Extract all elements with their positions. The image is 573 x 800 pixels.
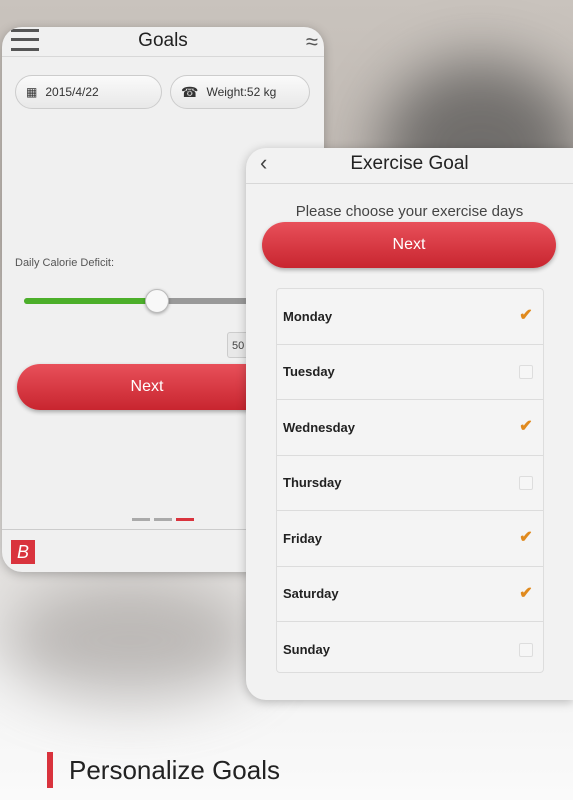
checkbox[interactable] <box>519 364 533 379</box>
weight-button[interactable]: ☎ Weight:52 kg <box>170 75 310 109</box>
date-value: 2015/4/22 <box>45 85 99 99</box>
checkmark-icon[interactable]: ✔ <box>519 585 533 601</box>
day-label: Saturday <box>283 586 339 602</box>
day-row-tuesday[interactable]: Tuesday <box>277 345 543 400</box>
caption: Personalize Goals <box>69 755 280 785</box>
checkmark-icon[interactable]: ✔ <box>519 419 533 435</box>
day-label: Monday <box>283 308 333 324</box>
exercise-header: ‹ Exercise Goal <box>246 148 573 184</box>
day-row-friday[interactable]: Friday ✔ <box>277 511 543 567</box>
deficit-label: Daily Calorie Deficit: <box>15 257 115 269</box>
prompt-text: Please choose your exercise days <box>295 203 524 220</box>
day-row-sunday[interactable]: Sunday <box>277 622 543 678</box>
caption-bar <box>47 752 53 788</box>
day-row-monday[interactable]: Monday ✔ <box>277 289 543 345</box>
exercise-goal-screen: ‹ Exercise Goal Please choose your exerc… <box>246 148 573 700</box>
scale-icon: ☎ <box>181 83 199 100</box>
day-row-saturday[interactable]: Saturday ✔ <box>277 567 543 622</box>
goals-header: Goals ≈ <box>2 27 324 57</box>
exercise-title: Exercise Goal <box>350 153 469 174</box>
calendar-icon: ▦ <box>26 85 38 99</box>
day-label: Friday <box>283 530 323 546</box>
checkbox[interactable] <box>519 642 533 657</box>
app-logo: B <box>11 540 35 564</box>
day-label: Tuesday <box>283 364 335 380</box>
date-picker[interactable]: ▦ 2015/4/22 <box>15 75 162 109</box>
day-label: Thursday <box>283 475 342 491</box>
checkmark-icon[interactable]: ✔ <box>519 530 533 546</box>
weight-value: Weight:52 kg <box>206 85 277 99</box>
calorie-slider[interactable] <box>24 289 254 313</box>
page-indicator <box>132 518 194 521</box>
day-label: Sunday <box>283 642 330 658</box>
slider-thumb[interactable] <box>145 289 170 313</box>
day-row-thursday[interactable]: Thursday <box>277 456 543 511</box>
slider-fill <box>24 298 158 304</box>
day-row-wednesday[interactable]: Wednesday ✔ <box>277 400 543 456</box>
page-title: Goals <box>138 30 188 51</box>
checkbox[interactable] <box>519 475 533 490</box>
day-label: Wednesday <box>283 419 356 435</box>
chart-trend-icon[interactable]: ≈ <box>306 29 318 55</box>
checkmark-icon[interactable]: ✔ <box>519 308 533 324</box>
days-list: Monday ✔ Tuesday Wednesday ✔ Thursday Friday ✔ S… <box>276 288 544 673</box>
goals-next-button[interactable]: Next <box>17 364 277 410</box>
exercise-next-button[interactable]: Next <box>262 222 556 268</box>
